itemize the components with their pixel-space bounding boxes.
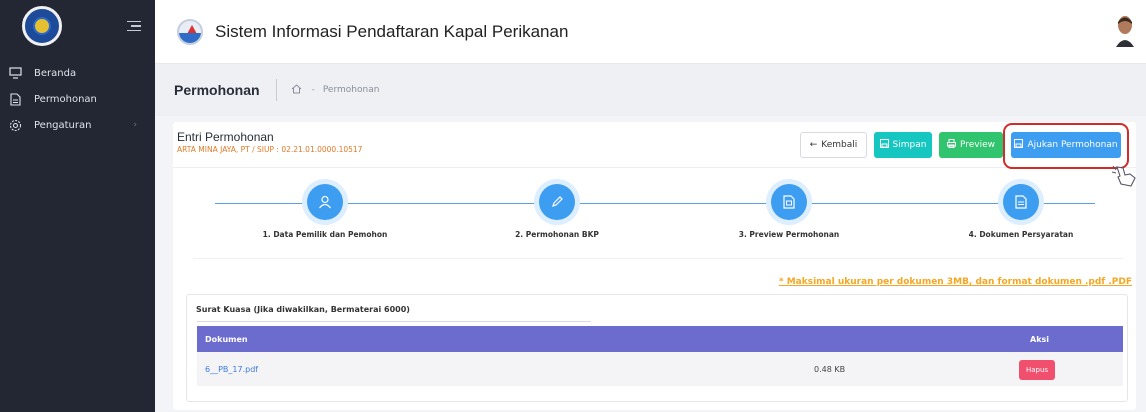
document-title-rule (197, 321, 591, 322)
step-4[interactable]: 4. Dokumen Persyaratan (921, 184, 1121, 239)
chevron-right-icon: › (133, 120, 137, 130)
table-row: 6__PB_17.pdf 0.48 KB Hapus (197, 352, 1123, 386)
file-text-icon (1003, 184, 1039, 220)
document-title: Surat Kuasa (Jika diwakilkan, Bermaterai… (196, 305, 410, 314)
step-label: 4. Dokumen Persyaratan (968, 230, 1074, 239)
arrow-left-icon: ← (809, 140, 818, 150)
sidebar-item-permohonan[interactable]: Permohonan (0, 86, 155, 112)
hapus-button[interactable]: Hapus (1019, 360, 1055, 380)
document-panel: Surat Kuasa (Jika diwakilkan, Bermaterai… (186, 294, 1128, 402)
sidebar: Beranda Permohonan Pengaturan › (0, 0, 155, 412)
breadcrumb-separator: - (311, 85, 315, 95)
monitor-icon (8, 66, 22, 80)
sidebar-item-beranda[interactable]: Beranda (0, 60, 155, 86)
document-file-link[interactable]: 6__PB_17.pdf (197, 365, 258, 374)
simpan-button[interactable]: Simpan (874, 132, 932, 158)
sidebar-item-label: Permohonan (34, 93, 97, 105)
divider (193, 258, 1123, 259)
entri-card: Entri Permohonan ARTA MINA JAYA, PT / SI… (173, 122, 1136, 410)
step-label: 3. Preview Permohonan (738, 230, 840, 239)
sidebar-header (0, 0, 155, 52)
file-icon (771, 184, 807, 220)
preview-label: Preview (959, 140, 996, 150)
sidebar-item-pengaturan[interactable]: Pengaturan › (0, 112, 155, 138)
user-icon (307, 184, 343, 220)
save-icon (879, 139, 889, 151)
step-label: 2. Permohonan BKP (515, 230, 599, 239)
upload-note: * Maksimal ukuran per dokumen 3MB, dan f… (778, 277, 1132, 287)
document-icon (8, 92, 22, 106)
kembali-button[interactable]: ← Kembali (800, 132, 867, 158)
column-header-aksi: Aksi (1030, 334, 1050, 344)
document-table: Dokumen Aksi 6__PB_17.pdf 0.48 KB Hapus (197, 326, 1123, 386)
pencil-icon (539, 184, 575, 220)
step-2[interactable]: 2. Permohonan BKP (457, 184, 657, 239)
home-icon[interactable] (291, 83, 302, 97)
step-1[interactable]: 1. Data Pemilik dan Pemohon (225, 184, 425, 239)
emblem-logo (22, 6, 62, 46)
avatar[interactable] (1114, 15, 1136, 47)
step-3[interactable]: 3. Preview Permohonan (689, 184, 889, 239)
highlight-annotation (1003, 123, 1129, 169)
sidebar-menu: Beranda Permohonan Pengaturan › (0, 60, 155, 138)
topbar: Sistem Informasi Pendaftaran Kapal Perik… (155, 0, 1146, 64)
column-header-dokumen: Dokumen (205, 334, 248, 344)
stepper: 1. Data Pemilik dan Pemohon 2. Permohona… (173, 170, 1136, 252)
printer-icon (946, 139, 956, 151)
kembali-label: Kembali (821, 140, 858, 150)
hamburger-icon[interactable] (127, 20, 141, 32)
table-header: Dokumen Aksi (197, 326, 1123, 352)
breadcrumb: Permohonan - Permohonan (155, 64, 1146, 116)
document-file-size: 0.48 KB (814, 364, 846, 374)
step-label: 1. Data Pemilik dan Pemohon (262, 230, 388, 239)
gear-icon (8, 118, 22, 132)
sidebar-item-label: Beranda (34, 67, 77, 79)
preview-button[interactable]: Preview (939, 132, 1003, 158)
sidebar-item-label: Pengaturan (34, 119, 92, 131)
card-header: Entri Permohonan ARTA MINA JAYA, PT / SI… (173, 122, 1136, 187)
app-title: Sistem Informasi Pendaftaran Kapal Perik… (215, 21, 569, 41)
app-logo (177, 18, 203, 45)
breadcrumb-item[interactable]: Permohonan (323, 85, 380, 95)
simpan-label: Simpan (892, 140, 927, 150)
page-title: Permohonan (174, 79, 277, 101)
